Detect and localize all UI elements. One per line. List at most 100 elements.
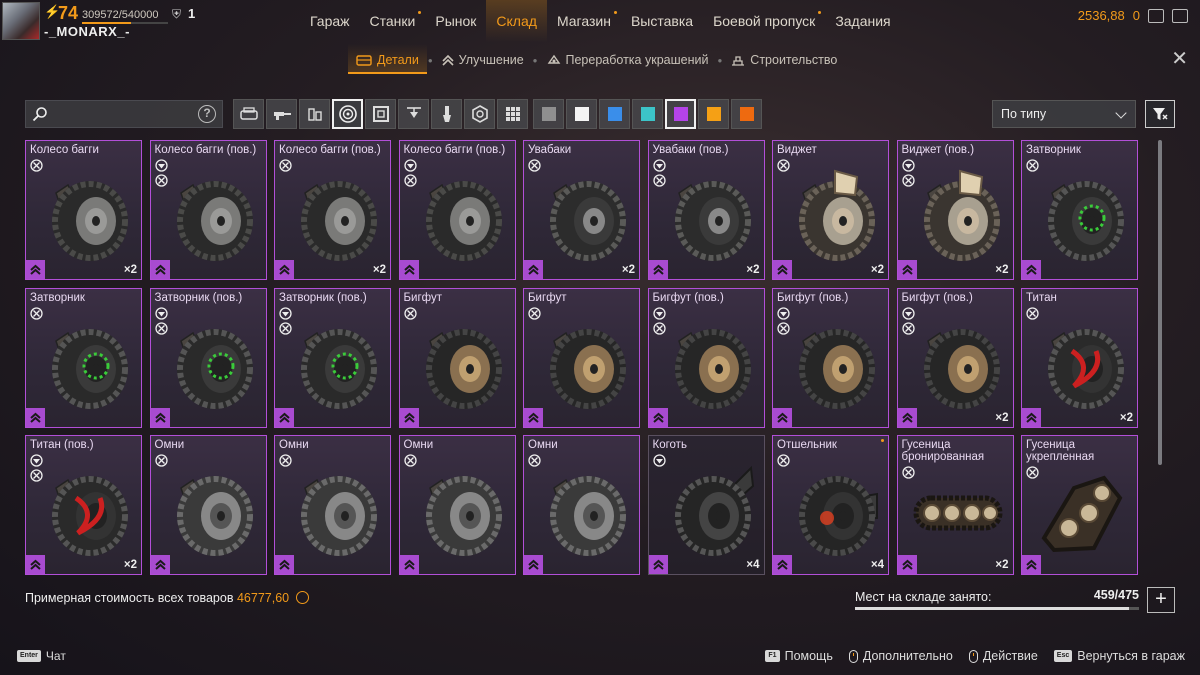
action-hint[interactable]: Действие bbox=[968, 649, 1038, 663]
category-filter-paint[interactable] bbox=[431, 99, 462, 129]
nav-tab-6[interactable]: Боевой пропуск bbox=[703, 0, 825, 42]
nav-tab-2[interactable]: Рынок bbox=[425, 0, 486, 42]
storage-bar bbox=[855, 607, 1139, 610]
inventory-item-card[interactable]: Омни bbox=[274, 435, 391, 575]
rarity-filter-0[interactable] bbox=[533, 99, 564, 129]
inventory-item-card[interactable]: Затворник (пов.) bbox=[149, 287, 267, 428]
inventory-item-card[interactable]: Затворник (пов.) bbox=[274, 287, 391, 428]
item-tags bbox=[154, 306, 168, 335]
coin-icon bbox=[295, 591, 309, 604]
inventory-item-card[interactable]: Титан (пов.) ×2 bbox=[25, 435, 142, 575]
no-tools-icon bbox=[652, 321, 666, 335]
more-hint[interactable]: Дополнительно bbox=[848, 649, 953, 663]
item-name: Бигфут bbox=[528, 291, 567, 304]
category-filter-cabin[interactable] bbox=[233, 99, 264, 129]
inventory-item-card[interactable]: Омни bbox=[523, 435, 640, 575]
back-hint[interactable]: Esc Вернуться в гараж bbox=[1053, 649, 1185, 663]
close-icon[interactable]: ✕ bbox=[1171, 49, 1188, 69]
sort-dropdown[interactable]: По типу bbox=[992, 100, 1136, 128]
inventory-item-card[interactable]: Отшельник ×4 bbox=[772, 435, 889, 575]
category-filter-weapon[interactable] bbox=[266, 99, 297, 129]
filter-button[interactable] bbox=[1145, 100, 1175, 128]
category-filter-hardware[interactable] bbox=[299, 99, 330, 129]
rarity-filter-1[interactable] bbox=[566, 99, 597, 129]
crate-icon bbox=[356, 54, 372, 66]
nav-tab-0[interactable]: Гараж bbox=[300, 0, 360, 42]
inventory-item-card[interactable]: Колесо багги (пов.) ×2 bbox=[274, 140, 391, 280]
player-avatar[interactable] bbox=[2, 2, 40, 40]
item-tags bbox=[1026, 306, 1039, 320]
craft-icon bbox=[30, 454, 43, 467]
item-name: Виджет bbox=[777, 144, 817, 156]
no-tools-icon bbox=[777, 159, 790, 172]
inventory-item-card[interactable]: Гусеница бронированная ×2 bbox=[896, 435, 1014, 575]
inventory-item-card[interactable]: Колесо багги (пов.) bbox=[398, 140, 516, 280]
inventory-item-card[interactable]: Титан ×2 bbox=[1021, 287, 1138, 428]
item-name: Омни bbox=[279, 439, 309, 451]
search-icon bbox=[32, 107, 47, 122]
no-tools-icon bbox=[154, 321, 168, 335]
inventory-item-card[interactable]: Виджет (пов.) ×2 bbox=[896, 140, 1014, 280]
expand-storage-button[interactable]: + bbox=[1147, 587, 1175, 613]
inventory-item-card[interactable]: Гусеница укрепленная bbox=[1021, 435, 1138, 575]
nav-tab-1[interactable]: Станки bbox=[360, 0, 426, 42]
nav-tab-5[interactable]: Выставка bbox=[621, 0, 703, 42]
category-filter-wheel[interactable] bbox=[332, 99, 363, 129]
nav-tab-label: Боевой пропуск bbox=[713, 13, 816, 29]
category-filter-drone[interactable] bbox=[398, 99, 429, 129]
craft-icon bbox=[154, 306, 168, 320]
rarity-filter-2[interactable] bbox=[599, 99, 630, 129]
help-hint[interactable]: F1 Помощь bbox=[765, 649, 833, 663]
coupons-balance: 0 bbox=[1132, 8, 1140, 23]
subnav-tab-2[interactable]: Переработка украшений bbox=[539, 44, 717, 76]
rarity-filter-3[interactable] bbox=[632, 99, 663, 129]
upgrade-rank-icon bbox=[1022, 407, 1041, 427]
inventory-item-card[interactable]: Увабаки ×2 bbox=[523, 140, 640, 280]
player-username: -_MONARX_- bbox=[44, 24, 130, 39]
inventory-item-card[interactable]: Омни bbox=[398, 435, 516, 575]
more-label: Дополнительно bbox=[862, 649, 953, 663]
nav-tab-4[interactable]: Магазин bbox=[547, 0, 621, 42]
rarity-filter-5[interactable] bbox=[698, 99, 729, 129]
chat-icon[interactable] bbox=[1148, 8, 1164, 23]
inventory-item-card[interactable]: Колесо багги ×2 bbox=[25, 140, 142, 280]
part-image bbox=[52, 476, 128, 556]
inventory-item-card[interactable]: Затворник bbox=[25, 287, 142, 428]
rarity-filter-4[interactable] bbox=[665, 99, 696, 129]
part-image bbox=[923, 169, 1000, 261]
scrollbar[interactable] bbox=[1158, 140, 1162, 465]
inventory-item-card[interactable]: Бигфут bbox=[523, 287, 640, 428]
inventory-item-card[interactable]: Бигфут (пов.) ×2 bbox=[896, 287, 1014, 428]
weapon-icon bbox=[273, 112, 291, 120]
chat-hint[interactable]: Enter Чат bbox=[17, 649, 66, 663]
search-box[interactable]: ? bbox=[25, 100, 223, 128]
inventory-item-card[interactable]: Затворник bbox=[1021, 140, 1138, 280]
inventory-item-card[interactable]: Виджет ×2 bbox=[772, 140, 889, 280]
part-image bbox=[1048, 181, 1124, 261]
nav-tab-7[interactable]: Задания bbox=[825, 0, 900, 42]
item-tags bbox=[777, 454, 790, 467]
category-filter-frame[interactable] bbox=[365, 99, 396, 129]
inventory-item-card[interactable]: Увабаки (пов.) ×2 bbox=[647, 140, 765, 280]
settings-icon[interactable] bbox=[1172, 8, 1188, 23]
inventory-item-card[interactable]: Бигфут (пов.) bbox=[647, 287, 765, 428]
subnav-tab-0[interactable]: Детали bbox=[348, 44, 427, 76]
category-filter-engine[interactable] bbox=[464, 99, 495, 129]
item-name: Бигфут bbox=[403, 291, 443, 304]
search-input[interactable] bbox=[54, 105, 194, 123]
inventory-item-card[interactable]: Бигфут (пов.) bbox=[772, 287, 889, 428]
nav-tab-3[interactable]: Склад bbox=[486, 0, 547, 42]
inventory-item-card[interactable]: Колесо багги (пов.) bbox=[149, 140, 267, 280]
help-icon[interactable]: ? bbox=[198, 105, 216, 123]
subnav-tab-1[interactable]: Улучшение bbox=[434, 44, 532, 76]
item-tags bbox=[403, 159, 417, 187]
rarity-filter-6[interactable] bbox=[731, 99, 762, 129]
inventory-item-card[interactable]: Омни bbox=[149, 435, 267, 575]
inventory-item-card[interactable]: Бигфут bbox=[398, 287, 516, 428]
rarity-swatch bbox=[574, 107, 589, 121]
category-filter-all-grid[interactable] bbox=[497, 99, 528, 129]
inventory-item-card[interactable]: Коготь ×4 bbox=[647, 435, 765, 575]
item-tags bbox=[528, 454, 541, 467]
upgrade-rank-icon bbox=[399, 407, 419, 427]
subnav-tab-3[interactable]: Строительство bbox=[723, 44, 845, 76]
